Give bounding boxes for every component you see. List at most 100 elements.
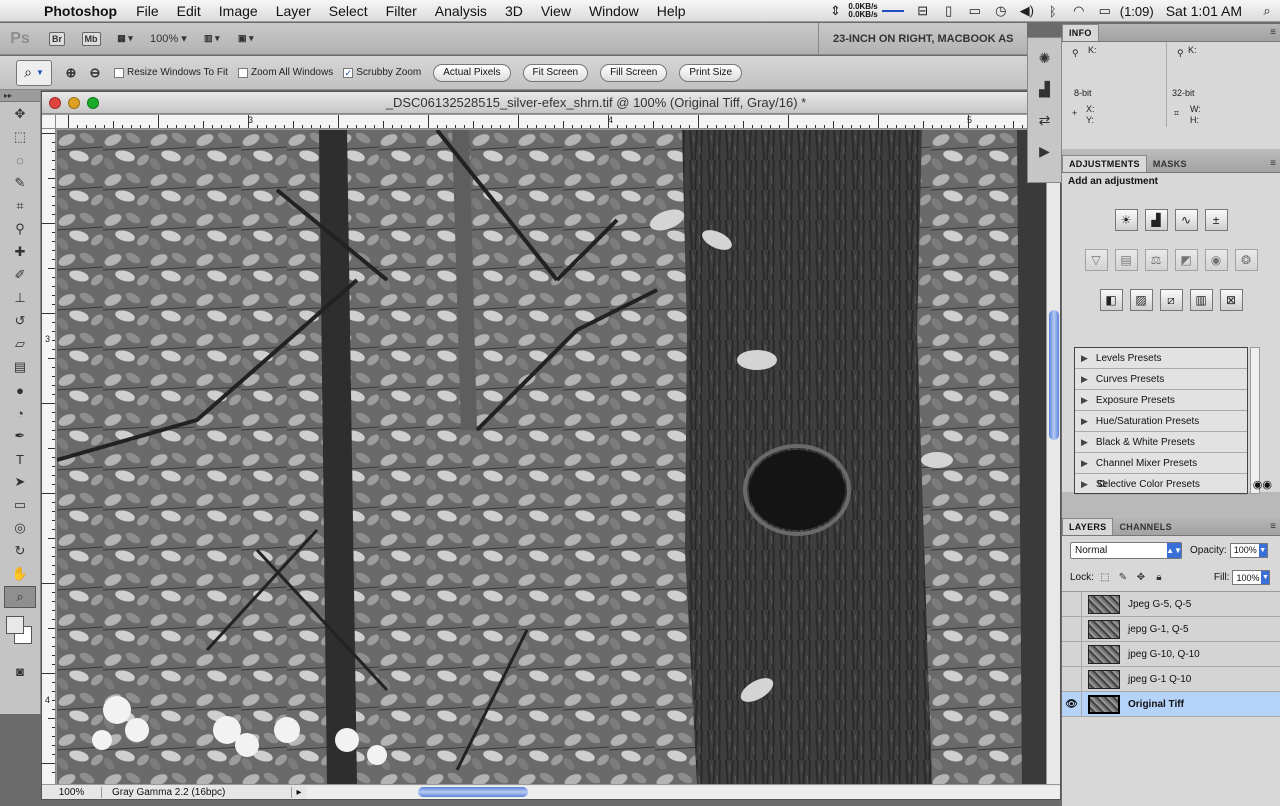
preset-item[interactable]: ▶ Exposure Presets [1075,390,1247,411]
zoom-out-icon[interactable]: ⊖ [84,63,106,83]
layer-visibility-icon[interactable] [1062,591,1082,617]
eyedropper-tool-icon[interactable]: ⚲ [4,218,36,240]
brightness-contrast-icon[interactable]: ☀ [1114,209,1138,231]
brush-tool-icon[interactable]: ✐ [4,264,36,286]
vibrance-icon[interactable]: ▽ [1084,249,1108,271]
horizontal-scroll-thumb[interactable] [418,786,528,797]
time-machine-icon[interactable]: ◷ [990,2,1012,20]
history-icon[interactable]: ⇄ [1033,109,1057,131]
opacity-field[interactable]: 100% ▼ [1229,542,1268,558]
quick-select-tool-icon[interactable]: ✎ [4,172,36,194]
invert-icon[interactable]: ◧ [1099,289,1123,311]
layer-visibility-icon[interactable]: 👁︎ [1062,691,1082,717]
layer-visibility-icon[interactable] [1062,616,1082,642]
resize-windows-checkbox[interactable]: Resize Windows To Fit [114,67,228,78]
spotlight-icon[interactable]: ⌕ [1256,2,1278,20]
dodge-tool-icon[interactable]: ◔ [4,402,36,424]
layer-row[interactable]: jpeg G-1 Q-10 [1062,666,1280,692]
display-icon[interactable]: ▭ [964,2,986,20]
color-balance-icon[interactable]: ⚖ [1144,249,1168,271]
preset-item[interactable]: ▶ Black & White Presets [1075,432,1247,453]
screen-mode-button[interactable]: ▣ ▾ [235,29,257,49]
path-select-tool-icon[interactable]: ➤ [4,471,36,493]
history-brush-tool-icon[interactable]: ↺ [4,310,36,332]
app-menu[interactable]: Photoshop [40,3,127,19]
lock-pixels-icon[interactable]: ✎ [1116,571,1130,585]
vertical-ruler[interactable]: 3 4 [42,129,56,785]
document-title-bar[interactable]: _DSC06132528515_silver-efex_shrn.tif @ 1… [42,92,1060,114]
shape-tool-icon[interactable]: ▭ [4,494,36,516]
menu-3d[interactable]: 3D [496,3,532,19]
navigator-icon[interactable]: ✺ [1033,47,1057,69]
tab-adjustments[interactable]: ADJUSTMENTS [1062,155,1147,172]
zoom-all-windows-checkbox[interactable]: Zoom All Windows [237,67,333,78]
tab-info[interactable]: INFO [1062,24,1099,41]
bridge-button[interactable]: Br [46,29,68,49]
quick-mask-icon[interactable]: ◙ [4,660,36,682]
layer-row[interactable]: Jpeg G-5, Q-5 [1062,591,1280,617]
view-extras-button[interactable]: ▦ ▾ [114,29,136,49]
vertical-scroll-thumb[interactable] [1049,310,1059,440]
actions-icon[interactable]: ▶ [1033,140,1057,162]
layer-row[interactable]: jpeg G-10, Q-10 [1062,641,1280,667]
tab-masks[interactable]: MASKS [1147,155,1193,172]
curves-icon[interactable]: ∿ [1174,209,1198,231]
layer-visibility-icon[interactable] [1062,641,1082,667]
eraser-tool-icon[interactable]: ▱ [4,333,36,355]
posterize-icon[interactable]: ▨ [1129,289,1153,311]
channel-mixer-icon[interactable]: ❂ [1234,249,1258,271]
panel-menu-icon[interactable]: ≡ [1270,521,1276,532]
black-white-icon[interactable]: ◩ [1174,249,1198,271]
move-tool-icon[interactable]: ✥ [4,103,36,125]
menu-layer[interactable]: Layer [267,3,320,19]
threshold-icon[interactable]: ⧄ [1159,289,1183,311]
horizontal-scrollbar[interactable] [306,785,1060,799]
preset-item[interactable]: ▶ Curves Presets [1075,369,1247,390]
photo-filter-icon[interactable]: ◉ [1204,249,1228,271]
image-canvas[interactable] [57,130,1047,785]
menu-analysis[interactable]: Analysis [426,3,496,19]
3d-orbit-tool-icon[interactable]: ↻ [4,540,36,562]
histogram-icon[interactable]: ▟ [1033,78,1057,100]
tab-layers[interactable]: LAYERS [1062,518,1114,535]
status-menu-icon[interactable]: ▸ [292,787,306,798]
tab-channels[interactable]: CHANNELS [1113,518,1177,535]
arrange-documents-button[interactable]: ▥ ▾ [201,29,223,49]
hue-saturation-icon[interactable]: ▤ [1114,249,1138,271]
minibridge-button[interactable]: Mb [80,29,102,49]
workspace-switcher[interactable]: 23-INCH ON RIGHT, MACBOOK AS [818,23,1038,55]
menu-edit[interactable]: Edit [168,3,210,19]
battery-icon[interactable]: ▭ [1094,2,1116,20]
panel-menu-icon[interactable]: ≡ [1270,27,1276,38]
view-previous-icon[interactable]: ◉◉ [1253,478,1272,491]
foreground-color-swatch[interactable] [6,616,24,634]
selective-color-icon[interactable]: ⊠ [1219,289,1243,311]
hand-tool-icon[interactable]: ✋ [4,563,36,585]
phone-icon[interactable]: ▯ [938,2,960,20]
type-tool-icon[interactable]: T [4,448,36,470]
menu-view[interactable]: View [532,3,580,19]
lock-all-icon[interactable]: 🔒︎ [1152,571,1166,585]
lock-position-icon[interactable]: ✥ [1134,571,1148,585]
zoom-tool-icon[interactable]: ⌕ [4,586,36,608]
fill-screen-button[interactable]: Fill Screen [600,63,668,82]
zoom-level-select[interactable]: 100% ▾ [150,32,187,45]
gradient-tool-icon[interactable]: ▤ [4,356,36,378]
layer-row[interactable]: 👁︎ Original Tiff [1062,691,1280,717]
fit-screen-button[interactable]: Fit Screen [522,63,589,82]
menu-image[interactable]: Image [210,3,267,19]
levels-icon[interactable]: ▟ [1144,209,1168,231]
ruler-origin[interactable] [42,115,56,129]
actual-pixels-button[interactable]: Actual Pixels [433,63,511,82]
sliders-icon[interactable]: ⊟ [912,2,934,20]
status-zoom[interactable]: 100% [42,786,102,798]
clone-stamp-tool-icon[interactable]: ⊥ [4,287,36,309]
clip-to-layer-icon[interactable]: ⧉ [1098,478,1106,491]
menu-help[interactable]: Help [648,3,695,19]
exposure-icon[interactable]: ± [1204,209,1228,231]
print-size-button[interactable]: Print Size [679,63,743,82]
menu-select[interactable]: Select [320,3,377,19]
status-info[interactable]: Gray Gamma 2.2 (16bpc) [102,786,292,798]
menu-file[interactable]: File [127,3,168,19]
zoom-in-icon[interactable]: ⊕ [60,63,82,83]
